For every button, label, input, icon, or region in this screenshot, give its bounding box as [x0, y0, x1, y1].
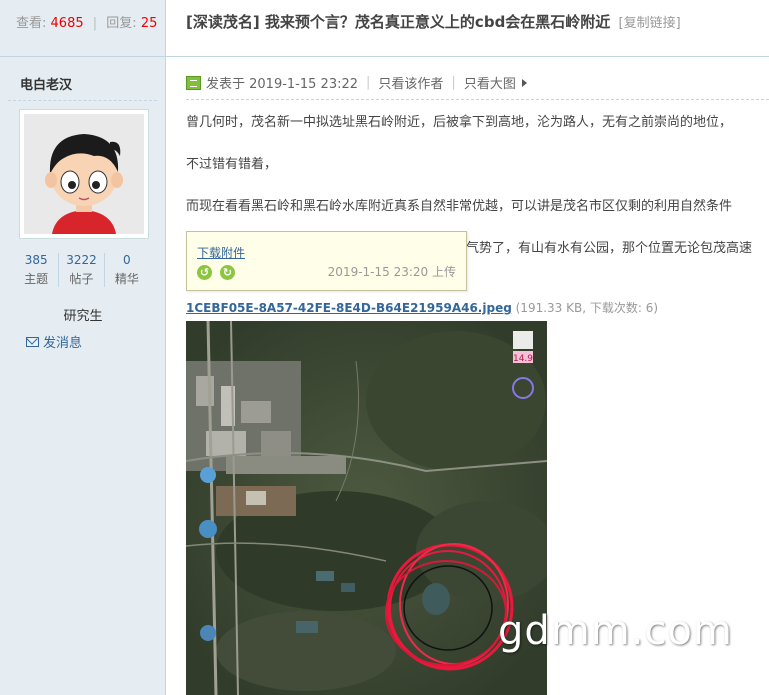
views-count: 4685	[50, 16, 84, 31]
author-sidebar: 电白老汉 385 主题 3222 帖子 0 精华 研究生 发消息	[0, 57, 166, 695]
large-image-link[interactable]: 只看大图	[464, 73, 516, 92]
divider	[186, 99, 769, 100]
caret-right-icon	[521, 78, 527, 87]
stat-threads[interactable]: 385 主题	[14, 253, 60, 287]
user-stats: 385 主题 3222 帖子 0 精华	[14, 253, 149, 287]
thread-title: [深读茂名] 我来预个言？茂名真正意义上的cbd会在黑石岭附近 [复制链接]	[186, 11, 681, 32]
online-status-icon	[186, 75, 201, 90]
stat-posts[interactable]: 3222 帖子	[59, 253, 105, 287]
thread-header: 查看: 4685 | 回复: 25 [深读茂名] 我来预个言？茂名真正意义上的c…	[0, 0, 769, 57]
upload-time: 2019-1-15 23:20 上传	[327, 265, 456, 279]
stat-digest[interactable]: 0 精华	[105, 253, 149, 287]
send-message-button[interactable]: 发消息	[26, 332, 82, 351]
post-paragraph: 气势了，有山有水有公园，那个位置无论包茂高速	[466, 241, 753, 256]
thread-stats: 查看: 4685 | 回复: 25	[0, 0, 166, 56]
stat-posts-value: 3222	[66, 253, 97, 267]
user-rank: 研究生	[63, 309, 103, 324]
attachment-info: (191.33 KB, 下载次数: 6)	[515, 301, 659, 315]
post-paragraph: 而现在看看黑石岭和黑石岭水库附近真系自然非常优越，可以讲是茂名市区仅剩的利用自然…	[186, 199, 733, 214]
post-meta: 发表于 2019-1-15 23:22 | 只看该作者 | 只看大图	[186, 73, 527, 92]
copy-link-button[interactable]: [复制链接]	[619, 16, 681, 31]
post-paragraph: 曾几何时，茂名新一中拟选址黑石岭附近，后被拿下到高地，沦为路人，无有之前崇尚的地…	[186, 115, 733, 130]
rotate-left-icon[interactable]: ↺	[197, 265, 212, 280]
map-scale-label: 14.9	[513, 354, 533, 364]
views-label: 查看:	[16, 16, 47, 31]
stat-digest-value: 0	[123, 253, 131, 267]
attachment-image[interactable]: 14.9	[186, 321, 547, 695]
post-paragraph: 不过错有错着，	[186, 157, 278, 172]
replies-label: 回复:	[106, 16, 137, 31]
envelope-icon	[26, 336, 39, 347]
watermark: gdmm.com	[498, 608, 733, 654]
attachment-line: 1CEBF05E-8A57-42FE-8E4D-B64E21959A46.jpe…	[186, 299, 658, 316]
author-name-link[interactable]: 电白老汉	[20, 74, 72, 93]
attachment-tooltip: 下载附件 ↺ ↻ 2019-1-15 23:20 上传	[186, 231, 467, 291]
attachment-filename-link[interactable]: 1CEBF05E-8A57-42FE-8E4D-B64E21959A46.jpe…	[186, 301, 512, 315]
stats-separator: |	[92, 16, 98, 31]
meta-separator: |	[451, 75, 456, 90]
stat-digest-label: 精华	[114, 272, 139, 286]
replies-count: 25	[140, 16, 158, 31]
rotate-right-icon[interactable]: ↻	[220, 265, 235, 280]
meta-separator: |	[366, 75, 371, 90]
stat-threads-value: 385	[24, 253, 48, 267]
download-attachment-link[interactable]: 下载附件	[197, 244, 245, 261]
send-message-label: 发消息	[43, 336, 83, 351]
only-author-link[interactable]: 只看该作者	[378, 73, 443, 92]
thread-title-text: [深读茂名] 我来预个言？茂名真正意义上的cbd会在黑石岭附近	[186, 13, 611, 31]
avatar[interactable]	[19, 109, 149, 239]
divider	[8, 100, 157, 101]
stat-threads-label: 主题	[24, 272, 49, 286]
post-timestamp: 发表于 2019-1-15 23:22	[206, 77, 359, 92]
stat-posts-label: 帖子	[69, 272, 94, 286]
avatar-image	[24, 114, 144, 234]
